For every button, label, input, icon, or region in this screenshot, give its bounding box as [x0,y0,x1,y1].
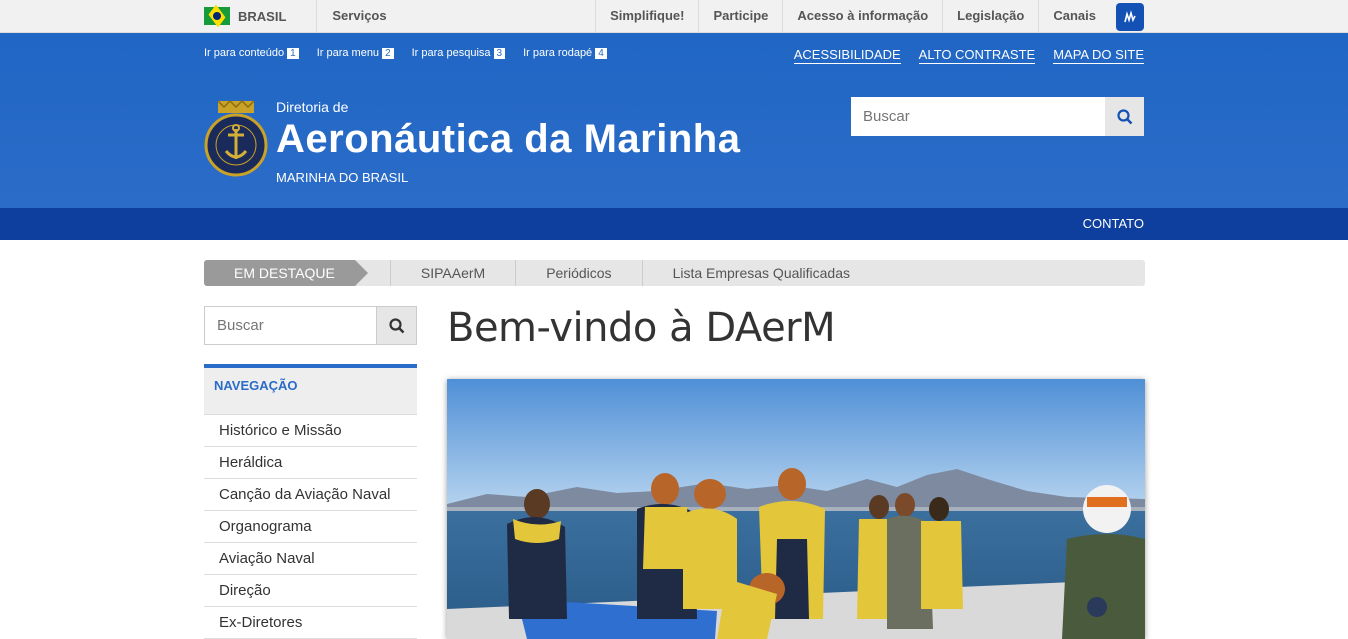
site-header: Ir para conteúdo 1 Ir para menu 2 Ir para … [0,33,1348,208]
destaque-label: EM DESTAQUE [204,260,368,286]
sidebar-nav: NAVEGAÇÃO Histórico e Missão Heráldica C… [204,364,417,639]
gov-bar: BRASIL Serviços Simplifique! Participe A… [0,0,1348,33]
destaque-empresas[interactable]: Lista Empresas Qualificadas [641,260,880,286]
skip-to-footer[interactable]: Ir para rodapé 4 [523,47,607,59]
destaque-periodicos[interactable]: Periódicos [515,260,641,286]
destaque-bar: EM DESTAQUE SIPAAerM Periódicos Lista Em… [204,260,1145,286]
search-icon[interactable] [376,307,416,344]
skip-links: Ir para conteúdo 1 Ir para menu 2 Ir para … [204,47,607,59]
vlibras-hands-icon[interactable] [1116,3,1144,31]
simplifique-link[interactable]: Simplifique! [595,0,698,32]
skip-to-search[interactable]: Ir para pesquisa 3 [412,47,506,59]
header-search [851,97,1144,136]
site-org: MARINHA DO BRASIL [276,170,409,185]
destaque-sipaaerm[interactable]: SIPAAerM [389,260,515,286]
nav-item-direcao[interactable]: Direção [204,575,417,607]
nav-item-cancao[interactable]: Canção da Aviação Naval [204,479,417,511]
site-subtitle: Diretoria de [276,99,349,115]
brasil-link[interactable]: BRASIL [238,9,286,24]
acessibilidade-link[interactable]: ACESSIBILIDADE [793,47,901,64]
legislacao-link[interactable]: Legislação [942,0,1038,32]
page-title: Bem-vindo à DAerM [447,305,836,351]
canais-link[interactable]: Canais [1038,0,1110,32]
featured-photo[interactable] [447,379,1145,639]
accessibility-links: ACESSIBILIDADE ALTO CONTRASTE MAPA DO SI… [793,47,1144,64]
rescue-team-photo [447,379,1145,639]
servicos-link[interactable]: Serviços [316,0,387,32]
marinha-logo[interactable] [204,99,268,181]
skip-to-menu[interactable]: Ir para menu 2 [317,47,394,59]
acesso-informacao-link[interactable]: Acesso à informação [782,0,942,32]
nav-title: NAVEGAÇÃO [204,364,417,415]
participe-link[interactable]: Participe [698,0,782,32]
sidebar-search [204,306,417,345]
sidebar-search-input[interactable] [205,307,376,344]
nav-item-historico[interactable]: Histórico e Missão [204,415,417,447]
nav-item-organograma[interactable]: Organograma [204,511,417,543]
mapa-do-site-link[interactable]: MAPA DO SITE [1053,47,1144,64]
site-title[interactable]: Aeronáutica da Marinha [276,117,740,162]
nav-item-ex-diretores[interactable]: Ex-Diretores [204,607,417,639]
alto-contraste-link[interactable]: ALTO CONTRASTE [918,47,1036,64]
nav-item-heraldica[interactable]: Heráldica [204,447,417,479]
service-bar: CONTATO [0,208,1348,240]
brazil-flag-icon [204,7,230,25]
skip-to-content[interactable]: Ir para conteúdo 1 [204,47,299,59]
gov-links: Simplifique! Participe Acesso à informaç… [595,0,1110,32]
nav-item-aviacao-naval[interactable]: Aviação Naval [204,543,417,575]
search-icon[interactable] [1105,97,1144,136]
contato-link[interactable]: CONTATO [1083,216,1144,231]
header-search-input[interactable] [851,97,1105,136]
